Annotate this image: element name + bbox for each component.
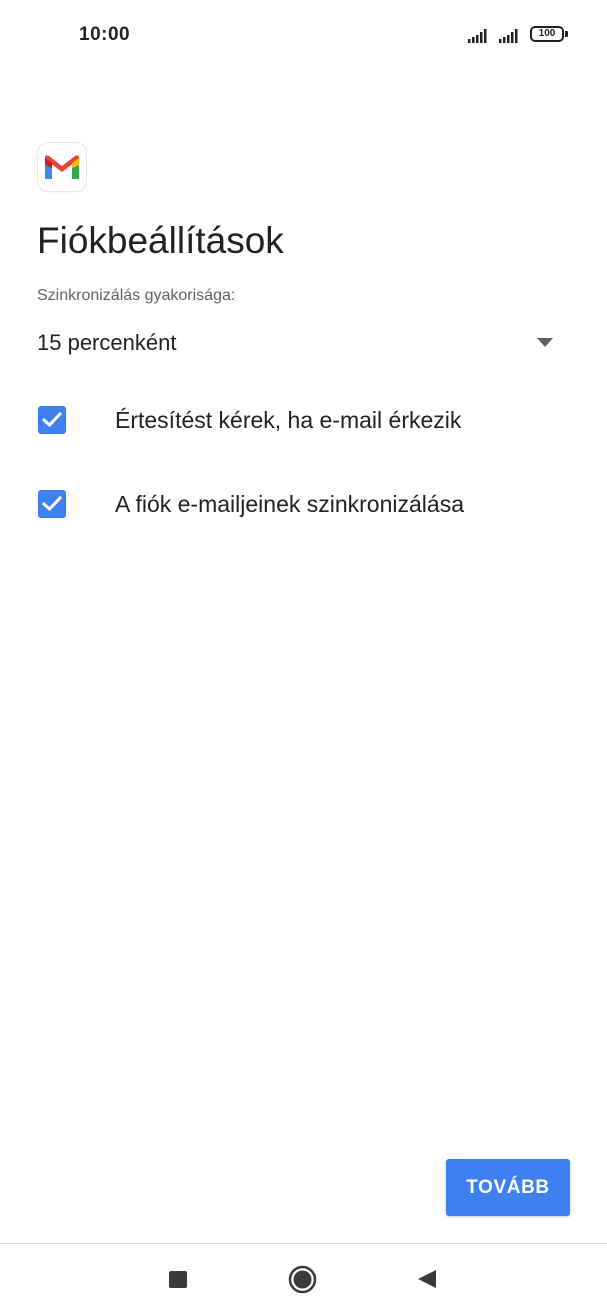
- back-icon[interactable]: [417, 1269, 437, 1289]
- battery-tip: [565, 31, 568, 37]
- sync-account-email-checkbox[interactable]: [38, 490, 66, 518]
- dropdown-arrow-icon: [537, 338, 553, 347]
- signal-strength-icon: [499, 29, 518, 43]
- gmail-logo-icon: [38, 143, 86, 191]
- sync-frequency-value: 15 percenként: [37, 330, 177, 355]
- next-button[interactable]: TOVÁBB: [446, 1159, 570, 1216]
- sync-frequency-dropdown[interactable]: 15 percenként: [37, 326, 567, 364]
- recent-apps-icon[interactable]: [169, 1271, 187, 1288]
- signal-strength-icon: [468, 29, 487, 43]
- battery-icon: 100: [530, 26, 564, 42]
- notify-new-email-option[interactable]: Értesítést kérek, ha e-mail érkezik: [37, 401, 577, 441]
- home-icon[interactable]: [288, 1265, 317, 1294]
- status-time: 10:00: [79, 24, 131, 45]
- sync-account-email-option[interactable]: A fiók e-mailjeinek szinkronizálása: [37, 485, 577, 525]
- checkmark-icon: [42, 495, 62, 512]
- sync-account-email-label: A fiók e-mailjeinek szinkronizálása: [115, 491, 464, 517]
- battery-level: 100: [538, 28, 556, 39]
- notify-new-email-label: Értesítést kérek, ha e-mail érkezik: [115, 407, 462, 433]
- status-bar: 10:00 100: [0, 0, 607, 70]
- navigation-bar: [0, 1244, 607, 1316]
- notify-new-email-checkbox[interactable]: [38, 406, 66, 434]
- sync-frequency-label: Szinkronizálás gyakorisága:: [37, 287, 236, 304]
- checkmark-icon: [42, 411, 62, 428]
- page-title: Fiókbeállítások: [37, 220, 284, 261]
